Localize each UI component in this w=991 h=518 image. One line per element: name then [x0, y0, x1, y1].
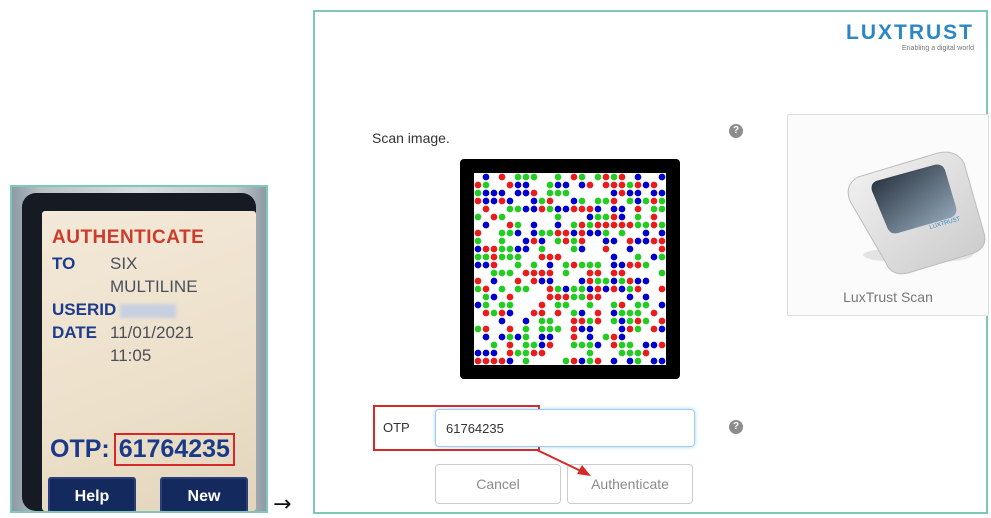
device-to-line2: MULTILINE: [110, 277, 198, 296]
device-userid-redacted: [120, 303, 177, 318]
qr-dots: [474, 173, 666, 365]
device-new-button[interactable]: New: [160, 477, 248, 511]
device-row-date: DATE 11/01/2021: [52, 323, 194, 343]
scan-device-image: LUXTRUST: [847, 151, 986, 275]
luxtrust-logo: LUXTRUST Enabling a digital world: [846, 21, 974, 53]
device-row-to: TO SIX: [52, 254, 137, 274]
qr-code-grid: [474, 173, 666, 365]
otp-input[interactable]: [435, 409, 695, 447]
luxtrust-scan-card[interactable]: LUXTRUST LuxTrust Scan: [787, 114, 989, 316]
otp-label: OTP: [383, 420, 410, 435]
device-screen: AUTHENTICATE TO SIX MULTILINE USERID DATE…: [42, 211, 256, 511]
device-time-value: 11:05: [110, 346, 152, 365]
device-to-key: TO: [52, 254, 76, 273]
device-date-value: 11/01/2021: [110, 323, 194, 342]
help-icon-otp[interactable]: ?: [729, 420, 743, 434]
logo-wordmark: LUXTRUST: [846, 21, 974, 44]
device-row-userid: USERID: [52, 300, 177, 320]
cancel-button[interactable]: Cancel: [435, 464, 561, 504]
web-page: LUXTRUST Enabling a digital world Scan i…: [313, 10, 989, 514]
device-title: AUTHENTICATE: [52, 227, 205, 248]
device-photo: AUTHENTICATE TO SIX MULTILINE USERID DATE…: [10, 185, 268, 513]
scan-image-label: Scan image.: [372, 130, 450, 146]
device-body: AUTHENTICATE TO SIX MULTILINE USERID DATE…: [22, 193, 256, 511]
scan-card-caption: LuxTrust Scan: [843, 289, 933, 305]
authenticate-button[interactable]: Authenticate: [567, 464, 693, 504]
device-row-time: 11:05: [110, 346, 151, 366]
device-userid-key: USERID: [52, 300, 117, 319]
device-otp: OTP: 61764235: [50, 433, 235, 466]
help-icon-scan[interactable]: ?: [729, 124, 743, 138]
right-arrow-icon: →: [273, 492, 292, 517]
device-otp-value: 61764235: [113, 433, 235, 466]
device-to-line1: SIX: [110, 254, 138, 273]
device-row-to2: MULTILINE: [110, 277, 198, 297]
device-otp-label: OTP:: [50, 435, 110, 463]
color-qr-code: [460, 159, 680, 379]
logo-tagline: Enabling a digital world: [902, 45, 974, 52]
device-help-button[interactable]: Help: [48, 477, 136, 511]
device-date-key: DATE: [52, 323, 98, 342]
